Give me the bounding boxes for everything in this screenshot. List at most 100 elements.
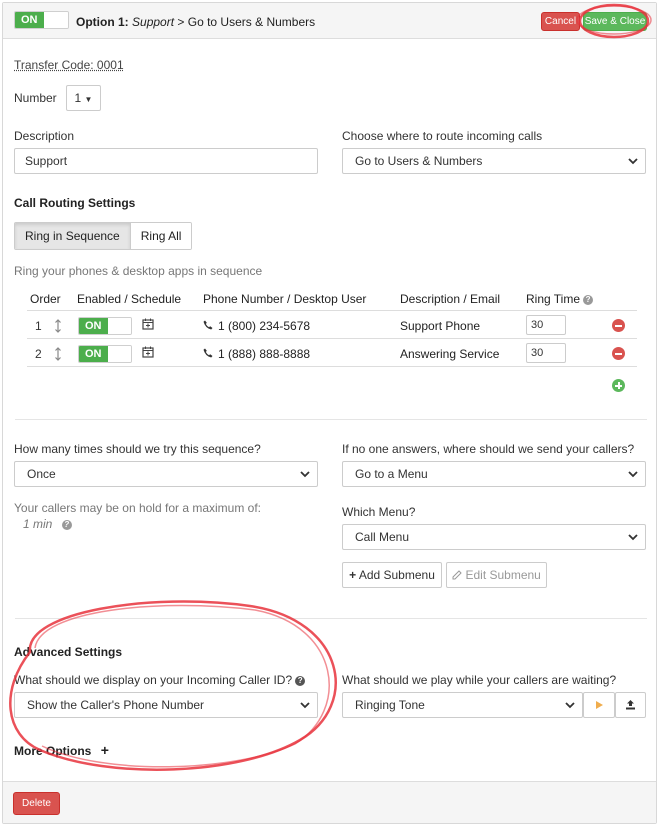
option-label: Option 1: <box>76 15 129 29</box>
menu-select[interactable]: Call Menu <box>342 524 646 550</box>
chevron-down-icon <box>628 534 638 541</box>
row-phone: 1 (888) 888-8888 <box>218 347 311 361</box>
phone-icon <box>203 348 213 358</box>
caret-down-icon: ▼ <box>84 95 93 104</box>
hold-music-select[interactable]: Ringing Tone <box>342 692 583 718</box>
ring-time-input[interactable]: 30 <box>526 315 566 335</box>
tab-ring-in-sequence[interactable]: Ring in Sequence <box>15 223 131 249</box>
section-divider <box>15 618 647 619</box>
plus-icon: + <box>100 742 109 758</box>
col-phone: Phone Number / Desktop User <box>203 292 367 306</box>
cancel-button[interactable]: Cancel <box>541 12 580 31</box>
drag-handle-icon[interactable] <box>54 319 62 333</box>
menu-label: Which Menu? <box>342 505 416 519</box>
row-order: 2 <box>35 347 42 361</box>
help-icon[interactable]: ? <box>583 295 594 305</box>
no-answer-value: Go to a Menu <box>355 467 428 481</box>
help-icon[interactable]: ? <box>61 520 72 530</box>
table-divider <box>27 338 637 339</box>
advanced-settings-title: Advanced Settings <box>14 645 123 659</box>
chevron-down-icon <box>628 158 638 165</box>
chevron-down-icon <box>565 702 575 709</box>
edit-submenu-label: Edit Submenu <box>465 568 541 582</box>
route-select[interactable]: Go to Users & Numbers <box>342 148 646 174</box>
row-description: Support Phone <box>400 319 481 333</box>
hold-max: 1 min ? <box>23 517 72 531</box>
tab-ring-all[interactable]: Ring All <box>130 223 192 249</box>
ring-time-input[interactable]: 30 <box>526 343 566 363</box>
hold-music-value: Ringing Tone <box>355 698 425 712</box>
route-label: Choose where to route incoming calls <box>342 129 543 143</box>
tries-label: How many times should we try this sequen… <box>14 442 261 456</box>
edit-submenu-button[interactable]: Edit Submenu <box>446 562 547 588</box>
col-description: Description / Email <box>400 292 501 306</box>
drag-handle-icon[interactable] <box>54 347 62 361</box>
description-input[interactable]: Support <box>14 148 318 174</box>
toggle-on-label: ON <box>79 318 108 334</box>
phone-icon <box>203 320 213 330</box>
row-enabled-toggle[interactable]: ON <box>78 345 132 363</box>
option-name: Support <box>132 15 175 29</box>
play-icon <box>596 701 603 709</box>
option-arrow: > <box>177 15 185 29</box>
caller-id-label-wrap: What should we display on your Incoming … <box>14 673 306 687</box>
help-icon[interactable]: ? <box>295 676 306 686</box>
plus-icon: + <box>349 568 357 582</box>
call-routing-title: Call Routing Settings <box>14 196 136 210</box>
tries-value: Once <box>27 467 56 481</box>
routing-hint: Ring your phones & desktop apps in seque… <box>14 264 263 278</box>
calendar-icon[interactable] <box>142 346 154 358</box>
add-submenu-label: Add Submenu <box>358 568 435 582</box>
calendar-icon[interactable] <box>142 318 154 330</box>
caller-id-select[interactable]: Show the Caller's Phone Number <box>14 692 318 718</box>
row-description: Answering Service <box>400 347 500 361</box>
toggle-on-label: ON <box>79 346 108 362</box>
remove-icon[interactable] <box>612 319 625 332</box>
option-panel: ON Option 1: Support > Go to Users & Num… <box>2 2 657 824</box>
delete-button[interactable]: Delete <box>13 792 60 815</box>
chevron-down-icon <box>628 471 638 478</box>
more-options-toggle[interactable]: More Options + <box>14 742 109 758</box>
route-value: Go to Users & Numbers <box>355 154 483 168</box>
option-enabled-toggle[interactable]: ON <box>14 11 69 29</box>
toggle-on-label: ON <box>15 12 44 28</box>
add-phone-button[interactable] <box>612 379 625 392</box>
row-phone: 1 (800) 234-5678 <box>218 319 311 333</box>
menu-value: Call Menu <box>355 530 410 544</box>
play-button[interactable] <box>583 692 615 718</box>
hold-label: Your callers may be on hold for a maximu… <box>14 501 262 515</box>
panel-header: ON Option 1: Support > Go to Users & Num… <box>3 3 656 39</box>
col-ring-time-label: Ring Time <box>526 292 581 306</box>
remove-icon[interactable] <box>612 347 625 360</box>
caller-id-value: Show the Caller's Phone Number <box>27 698 205 712</box>
hold-value: 1 min <box>23 517 53 531</box>
chevron-down-icon <box>300 702 310 709</box>
transfer-code: Transfer Code: 0001 <box>14 58 124 72</box>
col-enabled: Enabled / Schedule <box>77 292 182 306</box>
number-value: 1 <box>74 91 82 105</box>
add-submenu-button[interactable]: + Add Submenu <box>342 562 442 588</box>
no-answer-label: If no one answers, where should we send … <box>342 442 635 456</box>
option-target: Go to Users & Numbers <box>187 15 316 29</box>
col-ring-time: Ring Time? <box>526 292 594 306</box>
row-enabled-toggle[interactable]: ON <box>78 317 132 335</box>
caller-id-label: What should we display on your Incoming … <box>14 673 293 687</box>
routing-mode-tabs: Ring in Sequence Ring All <box>14 222 193 250</box>
edit-icon <box>452 570 462 580</box>
chevron-down-icon <box>300 471 310 478</box>
description-label: Description <box>14 129 75 143</box>
more-options-label: More Options <box>14 744 92 758</box>
toggle-knob <box>43 12 68 28</box>
tries-select[interactable]: Once <box>14 461 318 487</box>
number-dropdown[interactable]: 1 ▼ <box>66 85 101 111</box>
no-answer-select[interactable]: Go to a Menu <box>342 461 646 487</box>
toggle-knob <box>107 318 131 334</box>
upload-icon <box>626 700 635 710</box>
option-title: Option 1: Support > Go to Users & Number… <box>76 15 315 29</box>
panel-footer: Delete <box>3 781 656 823</box>
row-order: 1 <box>35 319 42 333</box>
col-order: Order <box>30 292 61 306</box>
save-close-button[interactable]: Save & Close <box>583 12 647 31</box>
table-divider <box>27 366 637 367</box>
upload-button[interactable] <box>615 692 646 718</box>
